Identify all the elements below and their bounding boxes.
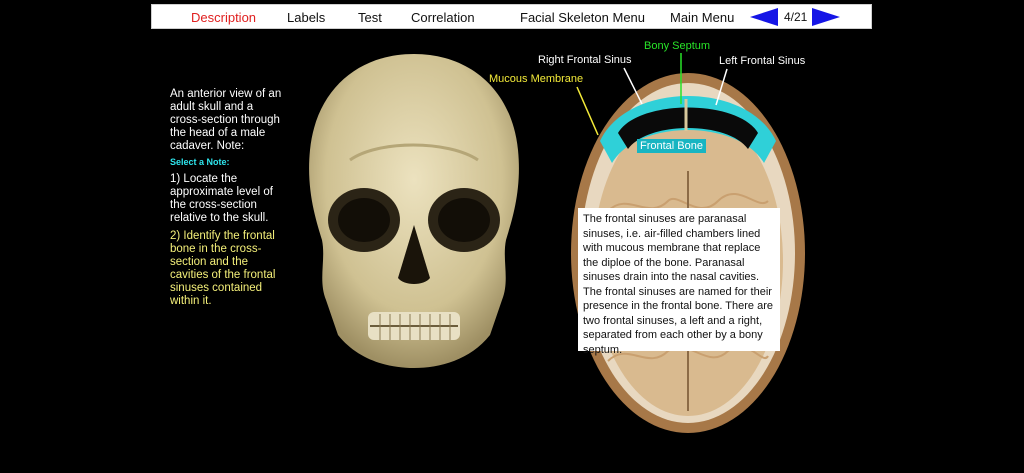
left-arrow-icon[interactable] [750,8,778,26]
info-textbox: The frontal sinuses are paranasal sinuse… [578,208,780,356]
page-indicator: 4/21 [784,10,808,24]
select-note-heading: Select a Note: [170,157,230,167]
nav-labels[interactable]: Labels [287,10,325,25]
label-frontal-bone: Frontal Bone [637,139,706,153]
label-left-frontal-sinus: Left Frontal Sinus [719,55,806,67]
note-1-link[interactable]: 1) Locate the approximate level of the c… [170,173,282,225]
description-panel: An anterior view of an adult skull and a… [170,88,282,308]
nav-main-menu[interactable]: Main Menu [670,10,734,25]
skull-image [309,54,519,368]
right-arrow-icon[interactable] [812,8,840,26]
note-2-link[interactable]: 2) Identify the frontal bone in the cros… [170,230,282,308]
nav-facial-skeleton-menu[interactable]: Facial Skeleton Menu [520,10,645,25]
nav-description[interactable]: Description [191,10,256,25]
nav-correlation[interactable]: Correlation [411,10,475,25]
top-nav-bar: Description Labels Test Correlation Faci… [151,4,872,29]
intro-text: An anterior view of an adult skull and a… [170,88,282,152]
label-right-frontal-sinus: Right Frontal Sinus [538,54,632,66]
nav-test[interactable]: Test [358,10,382,25]
label-bony-septum: Bony Septum [644,40,711,52]
label-mucous-membrane: Mucous Membrane [489,73,584,85]
